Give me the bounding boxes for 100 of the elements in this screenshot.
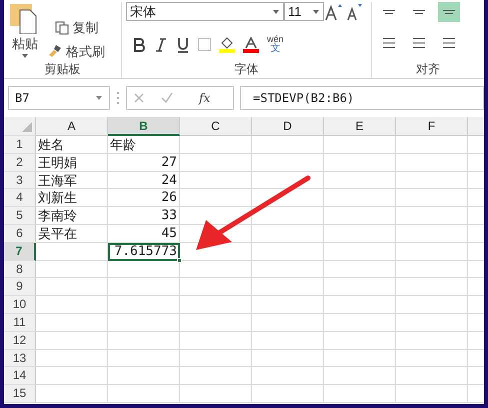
empty-cell (324, 172, 396, 190)
empty-cell (396, 154, 468, 172)
empty-cell (180, 260, 252, 278)
empty-cell (180, 350, 252, 368)
empty-cell (324, 385, 396, 403)
table-cell: 姓名 (36, 136, 108, 154)
table-cell: 27 (108, 154, 180, 172)
table-cell: 吴平在 (36, 224, 108, 243)
empty-cell (396, 172, 468, 190)
group-label: 字体 (234, 61, 260, 78)
empty-cell (180, 154, 252, 172)
row-header[interactable]: 12 (4, 332, 36, 350)
empty-cell (252, 224, 324, 243)
empty-cell (324, 189, 396, 208)
row-header[interactable]: 3 (4, 172, 36, 190)
row-header[interactable]: 13 (4, 350, 36, 368)
row-header[interactable]: 6 (4, 224, 36, 243)
paste-button[interactable]: 粘贴 (10, 2, 40, 61)
row-header[interactable]: 9 (4, 278, 36, 296)
row-header[interactable]: 5 (4, 207, 36, 225)
copy-icon (54, 20, 68, 35)
caret-icon (21, 53, 29, 60)
table-cell: 王明娟 (36, 154, 108, 172)
group-label: 剪贴板 (44, 61, 82, 78)
column-header[interactable]: A (36, 117, 108, 136)
align-icon (383, 38, 395, 48)
table-cell: 年龄 (108, 136, 180, 154)
empty-cell (324, 260, 396, 278)
empty-cell (252, 207, 324, 225)
align-icon (383, 10, 395, 14)
empty-cell (324, 278, 396, 296)
empty-cell (396, 242, 468, 261)
empty-cell (324, 207, 396, 225)
empty-cell (252, 242, 324, 261)
empty-cell (252, 172, 324, 190)
bold-button[interactable] (132, 36, 146, 52)
column-header[interactable]: D (252, 117, 324, 136)
empty-cell (180, 136, 252, 154)
empty-cell (108, 314, 180, 332)
row-header[interactable]: 2 (4, 154, 36, 172)
underline-button[interactable] (176, 36, 190, 52)
borders-button[interactable] (198, 38, 211, 51)
brush-icon (48, 44, 62, 58)
row-header[interactable]: 7 (4, 242, 36, 261)
empty-cell (396, 385, 468, 403)
empty-cell (252, 154, 324, 172)
format-painter-button[interactable]: 格式刷 (48, 42, 105, 61)
empty-cell (252, 260, 324, 278)
row-header[interactable]: 8 (4, 260, 36, 278)
caret-icon (272, 8, 280, 14)
italic-button[interactable] (154, 36, 168, 52)
empty-cell (324, 314, 396, 332)
align-icon (413, 10, 425, 14)
font-color-icon (243, 36, 259, 52)
row-header[interactable]: 4 (4, 189, 36, 208)
column-header[interactable]: E (324, 117, 396, 136)
corner-icon (22, 122, 32, 132)
font-color-button[interactable] (243, 36, 259, 52)
row-header[interactable]: 1 (4, 136, 36, 154)
empty-cell (324, 154, 396, 172)
grow-font-icon[interactable] (324, 2, 344, 20)
active-cell[interactable]: 7.615773 (108, 242, 180, 261)
empty-cell (324, 367, 396, 386)
row-header[interactable]: 14 (4, 367, 36, 386)
row-header[interactable]: 10 (4, 296, 36, 314)
phonetic-button[interactable]: wén 文 (267, 35, 284, 54)
empty-cell (108, 260, 180, 278)
copy-button[interactable]: 复制 (48, 18, 105, 38)
empty-cell (396, 314, 468, 332)
formula-field[interactable]: =STDEVP(B2:B6) (240, 86, 484, 110)
empty-cell (396, 367, 468, 386)
empty-cell (252, 314, 324, 332)
column-header[interactable]: C (180, 117, 252, 136)
empty-cell (252, 385, 324, 403)
empty-cell (252, 296, 324, 314)
column-header[interactable]: B (108, 117, 180, 136)
empty-cell (252, 350, 324, 368)
table-cell: 26 (108, 189, 180, 208)
italic-icon (154, 36, 168, 52)
empty-cell (252, 189, 324, 208)
insert-function-button[interactable]: fx (199, 89, 210, 107)
column-header[interactable]: F (396, 117, 468, 136)
fill-color-button[interactable] (219, 36, 235, 52)
empty-cell (108, 278, 180, 296)
name-box[interactable]: B7 (8, 86, 110, 110)
empty-cell (108, 367, 180, 386)
caret-icon (95, 95, 103, 101)
grip-icon (116, 91, 120, 105)
empty-cell (324, 296, 396, 314)
row-header[interactable]: 11 (4, 314, 36, 332)
table-cell: 45 (108, 224, 180, 243)
align-button[interactable] (438, 2, 460, 22)
row-header[interactable]: 15 (4, 385, 36, 403)
fill-handle[interactable] (177, 258, 182, 263)
empty-cell (324, 350, 396, 368)
font-size-dropdown[interactable]: 11 (284, 2, 324, 21)
empty-cell (252, 136, 324, 154)
align-icon (413, 38, 425, 48)
underline-icon (176, 36, 190, 52)
font-name-dropdown[interactable]: 宋体 (126, 2, 284, 21)
